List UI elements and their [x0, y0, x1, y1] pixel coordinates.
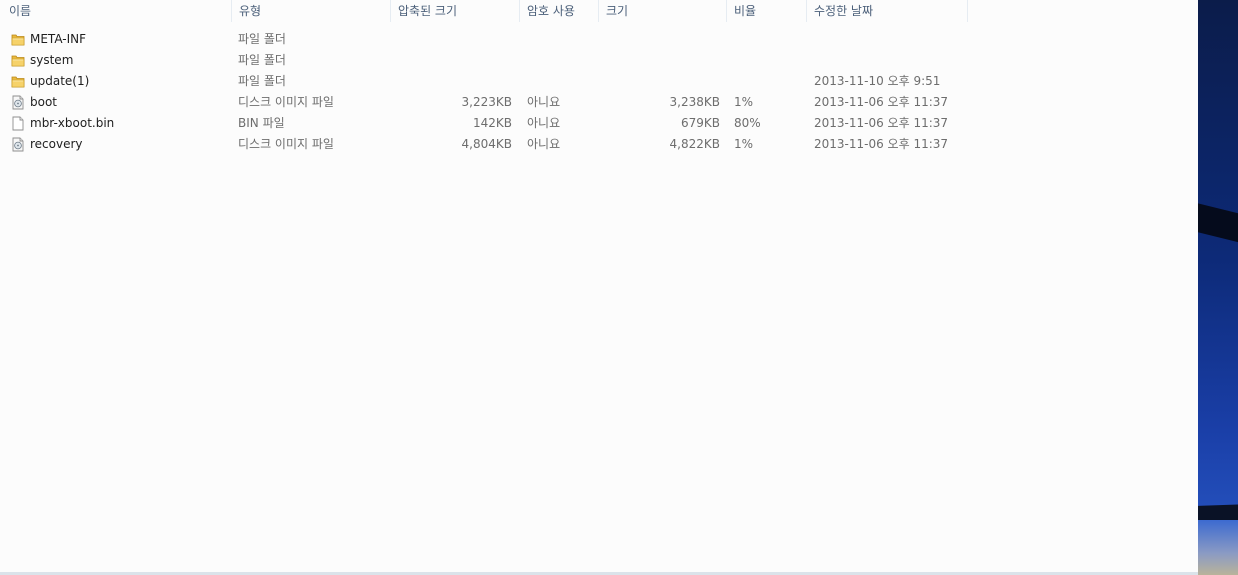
file-name: META-INF — [30, 32, 87, 46]
file-encrypted — [527, 29, 597, 50]
file-row[interactable]: boot 디스크 이미지 파일 3,223KB 아니요 3,238KB 1% 2013-11… — [0, 92, 968, 113]
sort-arrow-icon: ˄ — [114, 0, 119, 5]
file-modified: 2013-11-06 오후 11:37 — [814, 116, 949, 130]
column-header-encrypted-label: 암호 사용 — [527, 4, 575, 18]
file-modified: 2013-11-10 오후 9:51 — [814, 74, 941, 88]
file-modified: 2013-11-06 오후 11:37 — [814, 137, 949, 151]
column-header-name-label: 이름 — [9, 4, 32, 18]
file-size — [600, 29, 720, 50]
file-ratio — [734, 71, 804, 92]
file-encrypted: 아니요 — [527, 137, 561, 151]
column-header-size[interactable]: 크기 — [599, 0, 727, 22]
column-header: 이름 ˄ 유형 압축된 크기 암호 사용 크기 비율 수정한 날짜 — [0, 0, 968, 22]
file-modified — [814, 29, 964, 50]
file-name: system — [30, 53, 74, 67]
file-type: 파일 폴더 — [238, 53, 286, 67]
file-size: 4,822KB — [669, 137, 720, 151]
file-modified: 2013-11-06 오후 11:37 — [814, 95, 949, 109]
file-ratio: 80% — [734, 116, 761, 130]
file-encrypted — [527, 50, 597, 71]
column-header-encrypted[interactable]: 암호 사용 — [520, 0, 599, 22]
column-header-type[interactable]: 유형 — [232, 0, 391, 22]
file-size: 3,238KB — [669, 95, 720, 109]
file-size: 679KB — [680, 116, 720, 130]
desktop-wallpaper — [1198, 0, 1238, 575]
file-type: 디스크 이미지 파일 — [238, 137, 334, 151]
file-row[interactable]: META-INF 파일 폴더 — [0, 29, 968, 50]
file-ratio — [734, 29, 804, 50]
column-header-name[interactable]: 이름 ˄ — [2, 0, 232, 22]
file-compressed-size — [392, 29, 512, 50]
column-header-size-label: 크기 — [606, 4, 629, 18]
file-encrypted — [527, 71, 597, 92]
folder-icon — [11, 74, 25, 89]
file-compressed-size — [392, 50, 512, 71]
file-name: update(1) — [30, 74, 90, 88]
file-name: recovery — [30, 137, 83, 151]
file-type: BIN 파일 — [238, 116, 285, 130]
file-encrypted: 아니요 — [527, 116, 561, 130]
file-compressed-size: 4,804KB — [461, 137, 512, 151]
file-size — [600, 71, 720, 92]
file-ratio — [734, 50, 804, 71]
column-header-modified-label: 수정한 날짜 — [814, 4, 874, 18]
file-row[interactable]: system 파일 폴더 — [0, 50, 968, 71]
file-modified — [814, 50, 964, 71]
file-compressed-size — [392, 71, 512, 92]
column-header-compressed-size[interactable]: 압축된 크기 — [391, 0, 520, 22]
file-name: mbr-xboot.bin — [30, 116, 115, 130]
file-ratio: 1% — [734, 137, 754, 151]
file-compressed-size: 142KB — [472, 116, 512, 130]
folder-icon — [11, 53, 25, 68]
file-type: 파일 폴더 — [238, 74, 286, 88]
disc-image-icon — [11, 95, 25, 110]
file-row[interactable]: update(1) 파일 폴더 2013-11-10 오후 9:51 — [0, 71, 968, 92]
file-list-pane[interactable]: 이름 ˄ 유형 압축된 크기 암호 사용 크기 비율 수정한 날짜 META-I… — [0, 0, 1198, 572]
file-ratio: 1% — [734, 95, 754, 109]
column-header-modified[interactable]: 수정한 날짜 — [807, 0, 968, 22]
file-row[interactable]: recovery 디스크 이미지 파일 4,804KB 아니요 4,822KB 1% 201… — [0, 134, 968, 155]
file-compressed-size: 3,223KB — [461, 95, 512, 109]
column-header-ratio[interactable]: 비율 — [727, 0, 807, 22]
file-type: 디스크 이미지 파일 — [238, 95, 334, 109]
file-encrypted: 아니요 — [527, 95, 561, 109]
file-size — [600, 50, 720, 71]
file-name: boot — [30, 95, 58, 109]
column-header-ratio-label: 비율 — [734, 4, 757, 18]
disc-image-icon — [11, 137, 25, 152]
column-header-compressed-label: 압축된 크기 — [398, 4, 458, 18]
file-row[interactable]: mbr-xboot.bin BIN 파일 142KB 아니요 679KB 80% 2013-… — [0, 113, 968, 134]
file-type: 파일 폴더 — [238, 32, 286, 46]
file-icon — [11, 116, 25, 131]
folder-icon — [11, 32, 25, 47]
column-header-type-label: 유형 — [239, 4, 262, 18]
